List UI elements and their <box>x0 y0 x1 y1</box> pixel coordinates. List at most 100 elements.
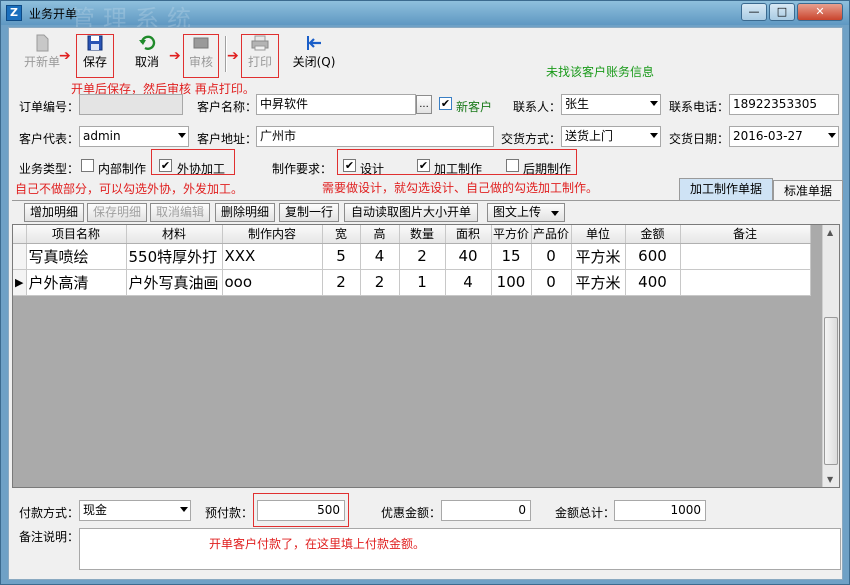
chevron-down-icon <box>650 133 658 138</box>
table-cell[interactable]: 0 <box>531 243 572 270</box>
col-header[interactable]: 制作内容 <box>222 225 323 244</box>
process-checkbox[interactable]: ✔ <box>417 159 430 172</box>
internal-checkbox[interactable] <box>81 159 94 172</box>
upload-menu-button[interactable]: 图文上传 <box>487 203 565 222</box>
address-field[interactable]: 广州市 <box>256 126 494 147</box>
scroll-down-icon[interactable]: ▼ <box>827 475 833 484</box>
phone-label: 联系电话： <box>669 100 730 114</box>
chevron-down-icon <box>650 101 658 106</box>
customer-browse-button[interactable]: ... <box>416 95 432 114</box>
scroll-up-icon[interactable]: ▲ <box>827 228 833 237</box>
total-field[interactable]: 1000 <box>614 500 706 521</box>
main-panel: 开新单 ➔ 保存 取消 ➔ 审核 ➔ 打印 关闭(Q) 开单后保存，然后审核 再… <box>8 27 843 580</box>
delivery-select[interactable]: 送货上门 <box>561 126 661 147</box>
col-header[interactable]: 高 <box>360 225 400 244</box>
minimize-button[interactable]: — <box>741 3 767 21</box>
table-row[interactable]: 写真喷绘 550特厚外打 XXX 5 4 2 40 15 0 平方米 600 <box>13 243 811 270</box>
col-header[interactable]: 平方价 <box>491 225 532 244</box>
table-cell[interactable]: 400 <box>625 269 681 296</box>
discount-field[interactable]: 0 <box>441 500 531 521</box>
col-header[interactable]: 单位 <box>571 225 626 244</box>
date-picker[interactable]: 2016-03-27 <box>729 126 839 147</box>
date-label: 交货日期： <box>669 132 730 146</box>
col-header[interactable]: 产品价 <box>531 225 572 244</box>
printer-icon <box>251 35 269 51</box>
table-cell[interactable]: 5 <box>322 243 361 270</box>
table-row[interactable]: ▶ 户外高清 户外写真油画 ooo 2 2 1 4 100 0 平方米 400 <box>13 269 811 296</box>
new-customer-checkbox[interactable]: ✔ <box>439 97 452 110</box>
table-cell[interactable]: 4 <box>360 243 400 270</box>
cancel-edit-button[interactable]: 取消编辑 <box>150 203 210 222</box>
table-cell[interactable]: 40 <box>445 243 492 270</box>
prepay-field[interactable]: 500 <box>257 500 345 521</box>
post-production-checkbox[interactable] <box>506 159 519 172</box>
table-cell[interactable]: 15 <box>491 243 532 270</box>
save-detail-button[interactable]: 保存明细 <box>87 203 147 222</box>
table-cell[interactable]: 100 <box>491 269 532 296</box>
new-document-icon <box>36 34 49 52</box>
col-header[interactable]: 宽 <box>322 225 361 244</box>
design-checkbox[interactable]: ✔ <box>343 159 356 172</box>
copy-row-button[interactable]: 复制一行 <box>279 203 339 222</box>
table-cell[interactable]: 2 <box>360 269 400 296</box>
prepay-label: 预付款： <box>205 506 254 520</box>
table-cell[interactable] <box>680 269 811 296</box>
table-cell[interactable]: 0 <box>531 269 572 296</box>
current-row-indicator[interactable]: ▶ <box>13 269 27 296</box>
close-window-button[interactable]: ✕ <box>797 3 843 21</box>
prepay-hint: 开单客户付款了，在这里填上付款金额。 <box>209 537 426 551</box>
phone-field[interactable]: 18922353305 <box>729 94 839 115</box>
title-bar[interactable]: Z 业务开单 管理系统 — □ ✕ <box>1 1 849 33</box>
rep-select[interactable]: admin <box>79 126 189 147</box>
maximize-button[interactable]: □ <box>769 3 795 21</box>
total-label: 金额总计： <box>555 506 616 520</box>
table-cell[interactable]: 600 <box>625 243 681 270</box>
col-header[interactable]: 金额 <box>625 225 681 244</box>
save-button[interactable]: 保存 <box>77 32 113 76</box>
table-cell[interactable]: 写真喷绘 <box>26 243 127 270</box>
table-cell[interactable]: 550特厚外打 <box>126 243 223 270</box>
pay-method-select[interactable]: 现金 <box>79 500 191 521</box>
col-header[interactable]: 材料 <box>126 225 223 244</box>
grid-vertical-scrollbar[interactable]: ▲ ▼ <box>822 225 839 487</box>
delete-detail-button[interactable]: 删除明细 <box>215 203 275 222</box>
table-cell[interactable]: 1 <box>399 269 446 296</box>
tab-standard-order[interactable]: 标准单据 <box>773 180 843 200</box>
auto-read-image-size-button[interactable]: 自动读取图片大小开单 <box>344 203 478 222</box>
col-header[interactable]: 数量 <box>399 225 446 244</box>
table-cell[interactable]: 户外高清 <box>26 269 127 296</box>
new-customer-label: 新客户 <box>456 100 493 114</box>
audit-stamp-icon <box>193 37 209 49</box>
save-label: 保存 <box>82 55 107 69</box>
cancel-button[interactable]: 取消 <box>127 32 167 76</box>
order-no-field[interactable] <box>79 94 183 115</box>
tab-processing-order[interactable]: 加工制作单据 <box>679 178 773 200</box>
table-cell[interactable]: 4 <box>445 269 492 296</box>
biz-type-label: 业务类型： <box>19 162 80 176</box>
table-cell[interactable]: 户外写真油画 <box>126 269 223 296</box>
cancel-label: 取消 <box>134 55 159 69</box>
audit-button[interactable]: 审核 <box>184 32 218 76</box>
design-label: 设计 <box>360 162 385 176</box>
close-button[interactable]: 关闭(Q) <box>289 32 339 76</box>
scroll-thumb[interactable] <box>824 317 838 465</box>
table-cell[interactable]: 2 <box>399 243 446 270</box>
col-header[interactable]: 面积 <box>445 225 492 244</box>
table-cell[interactable]: 2 <box>322 269 361 296</box>
table-cell[interactable] <box>680 243 811 270</box>
date-value: 2016-03-27 <box>733 129 803 143</box>
table-cell[interactable]: XXX <box>222 243 323 270</box>
customer-field[interactable]: 中昇软件 <box>256 94 416 115</box>
col-header[interactable]: 项目名称 <box>26 225 127 244</box>
table-cell[interactable]: 平方米 <box>571 269 626 296</box>
col-header[interactable]: 备注 <box>680 225 811 244</box>
table-cell[interactable]: 平方米 <box>571 243 626 270</box>
add-detail-button[interactable]: 增加明细 <box>24 203 84 222</box>
remark-textarea[interactable] <box>79 528 841 570</box>
outsource-checkbox[interactable]: ✔ <box>159 159 172 172</box>
row-indicator[interactable] <box>13 243 27 270</box>
tab-divider <box>12 200 840 201</box>
print-button[interactable]: 打印 <box>242 32 278 76</box>
contact-select[interactable]: 张生 <box>561 94 661 115</box>
table-cell[interactable]: ooo <box>222 269 323 296</box>
